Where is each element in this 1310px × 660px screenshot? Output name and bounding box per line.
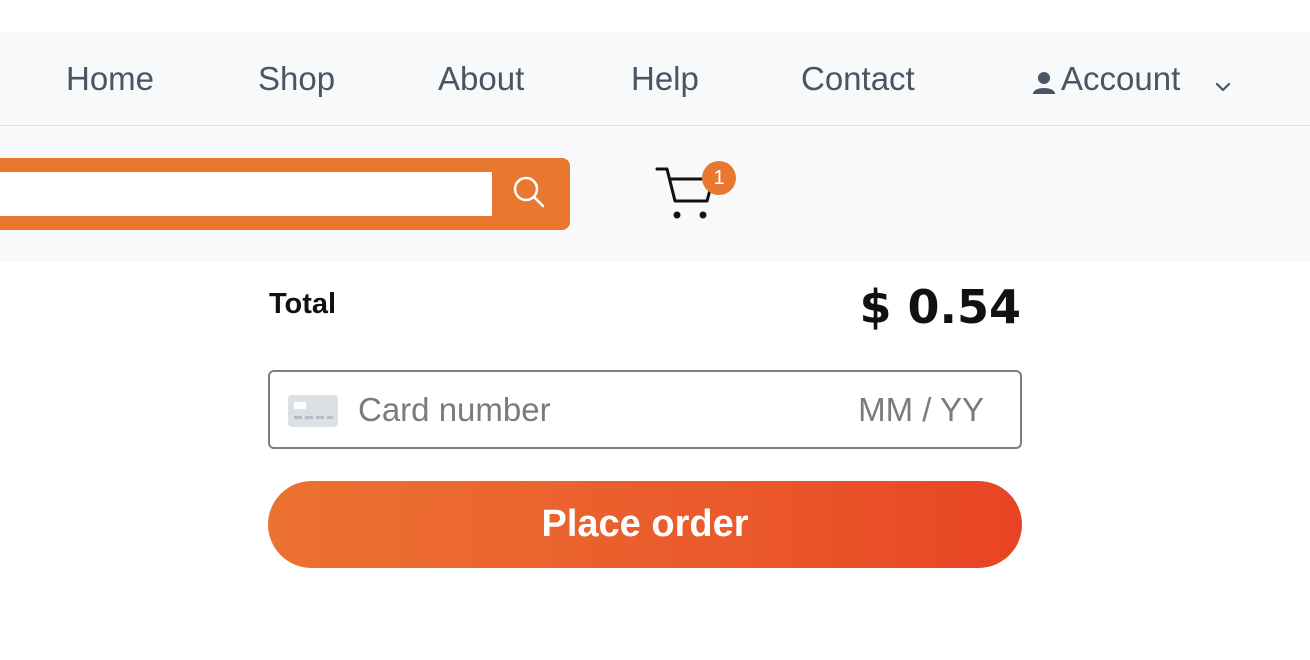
- chevron-down-icon[interactable]: [1212, 68, 1234, 92]
- search-box: [0, 158, 570, 230]
- search-button[interactable]: [492, 162, 566, 226]
- account-label: Account: [1061, 60, 1181, 97]
- credit-card-icon: [288, 395, 338, 427]
- top-navigation: Home Shop About Help Contact Account: [0, 32, 1310, 126]
- search-icon: [511, 174, 547, 215]
- cart-icon: [655, 167, 717, 227]
- total-amount: $ 0.54: [859, 280, 1021, 334]
- nav-about-link[interactable]: About: [438, 32, 524, 126]
- search-bar-row: 1: [0, 127, 1310, 262]
- card-number-input[interactable]: Card number: [358, 372, 551, 447]
- total-label: Total: [269, 288, 337, 320]
- card-input-field[interactable]: Card number MM / YY: [268, 370, 1022, 449]
- nav-help-link[interactable]: Help: [631, 32, 699, 126]
- cart-count-badge: 1: [702, 161, 736, 195]
- account-menu[interactable]: Account: [1031, 32, 1234, 126]
- search-input[interactable]: [0, 172, 496, 216]
- user-icon: [1031, 66, 1057, 94]
- nav-shop-link[interactable]: Shop: [258, 32, 335, 126]
- card-expiry-input[interactable]: MM / YY: [858, 372, 984, 447]
- place-order-button[interactable]: Place order: [268, 481, 1022, 568]
- nav-home-link[interactable]: Home: [66, 32, 154, 126]
- nav-contact-link[interactable]: Contact: [801, 32, 915, 126]
